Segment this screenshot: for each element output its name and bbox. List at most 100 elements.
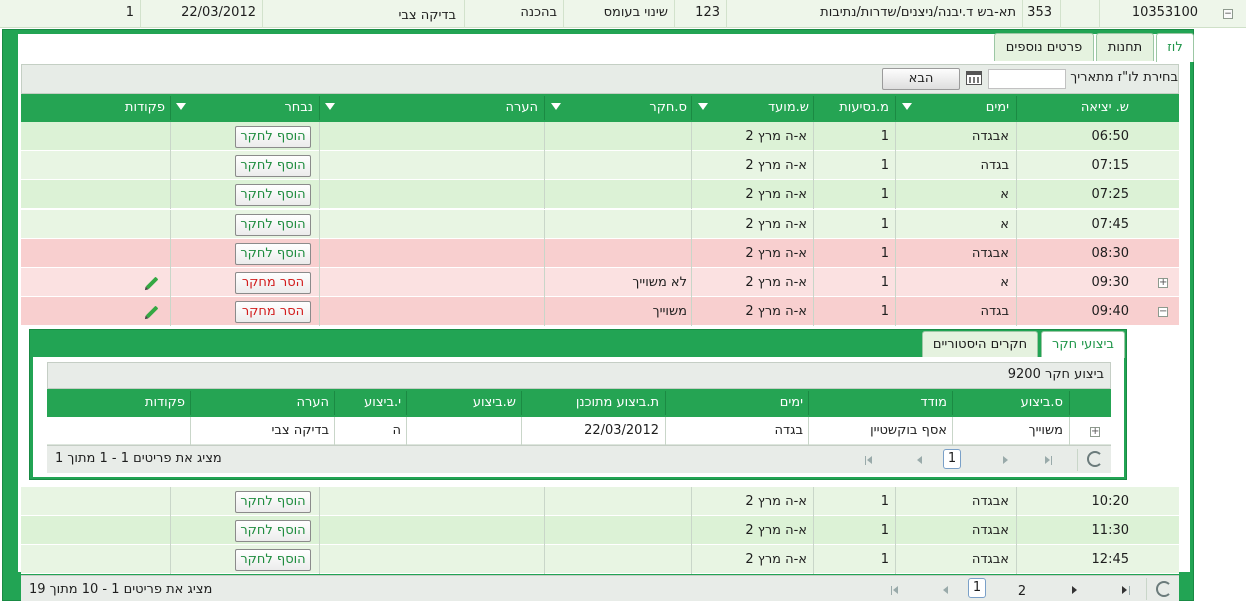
header-days[interactable]: ימים: [921, 94, 1009, 121]
cell-status: בהכנה: [520, 5, 557, 20]
schedule-row[interactable]: 08:30 אבגדה 1 א-ה מרץ 2 הוסף לחקר: [21, 238, 1179, 268]
cell-departure: 11:30: [1091, 523, 1129, 539]
cell-departure: 07:15: [1091, 158, 1129, 174]
calendar-icon[interactable]: [966, 71, 982, 85]
survey-caption-bar: ביצוע חקר 9200: [47, 362, 1111, 389]
header-trips[interactable]: מ.נסיעות: [817, 94, 889, 121]
next-button[interactable]: הבא: [882, 68, 960, 90]
choose-date-label: בחירת לו"ז מתאריך: [1070, 70, 1178, 85]
schedule-row[interactable]: 10:20 אבגדה 1 א-ה מרץ 2 הוסף לחקר: [21, 487, 1179, 516]
schedule-row[interactable]: − 09:40 בגדה 1 א-ה מרץ 2 משוייך הסר מחקר: [21, 297, 1179, 327]
tab-extra-details[interactable]: פרטים נוספים: [994, 33, 1094, 61]
schedule-date-input[interactable]: [988, 69, 1066, 89]
add-to-survey-button[interactable]: הוסף לחקר: [235, 213, 311, 236]
header-selected[interactable]: נבחר: [193, 94, 313, 121]
exec-note: בדיקה צבי: [271, 423, 329, 438]
schedule-row[interactable]: 07:25 א 1 א-ה מרץ 2 הוסף לחקר: [21, 180, 1179, 210]
filter-icon[interactable]: [551, 103, 561, 110]
header-exec-status[interactable]: ס.ביצוע: [957, 389, 1063, 416]
cell-trips: 1: [880, 216, 889, 232]
survey-grid-header: ס.ביצוע מודד ימים ת.ביצוע מתוכנן ש.ביצוע…: [47, 389, 1111, 417]
header-surveyor[interactable]: מודד: [817, 389, 947, 416]
page-2-link[interactable]: 2: [1015, 584, 1029, 599]
tab-survey-executions[interactable]: ביצועי חקר: [1041, 331, 1125, 358]
cell-trips: 1: [880, 187, 889, 203]
cell-reason: שינוי בעומס: [603, 5, 668, 20]
header-note[interactable]: הערה: [341, 94, 538, 121]
header-schedule-time[interactable]: ש.מועד: [715, 94, 809, 121]
exec-day: ה: [392, 423, 402, 438]
header-departure[interactable]: ש. יציאה: [1021, 94, 1131, 121]
filter-icon[interactable]: [325, 103, 335, 110]
header-planned-date[interactable]: ת.ביצוע מתוכנן: [527, 389, 659, 416]
add-to-survey-button[interactable]: הוסף לחקר: [235, 242, 311, 265]
filter-icon[interactable]: [176, 103, 186, 110]
last-page-icon[interactable]: [1045, 456, 1050, 464]
schedule-row[interactable]: 07:15 בגדה 1 א-ה מרץ 2 הוסף לחקר: [21, 151, 1179, 181]
header-survey[interactable]: ס.חקר: [567, 94, 687, 121]
add-to-survey-button[interactable]: הוסף לחקר: [235, 126, 311, 148]
expand-icon[interactable]: +: [1090, 427, 1100, 437]
first-page-icon[interactable]: [893, 586, 898, 594]
add-to-survey-button[interactable]: הוסף לחקר: [235, 184, 311, 207]
cell-schedule-time: א-ה מרץ 2: [745, 129, 807, 144]
cell-schedule-time: א-ה מרץ 2: [745, 523, 807, 539]
cell-survey: לא משוייך: [632, 275, 687, 290]
cell-route: תא-בש ד.יבנה/ניצנים/שדרות/נתיבות: [820, 5, 1016, 20]
collapse-icon[interactable]: −: [1158, 307, 1168, 318]
cell-days: אבגדה: [971, 245, 1009, 261]
cell-days: בגדה: [980, 304, 1009, 320]
cell-departure: 12:45: [1091, 552, 1129, 568]
prev-page-icon[interactable]: [917, 456, 922, 464]
tab-schedule[interactable]: לוז: [1156, 33, 1194, 62]
header-exec-note[interactable]: הערה: [197, 389, 329, 416]
cell-schedule-time: א-ה מרץ 2: [745, 245, 807, 261]
add-to-survey-button[interactable]: הוסף לחקר: [235, 520, 311, 543]
expand-icon[interactable]: +: [1158, 278, 1168, 288]
tab-historical-surveys[interactable]: חקרים היסטוריים: [922, 331, 1038, 357]
page-1-button[interactable]: 1: [943, 449, 961, 469]
survey-grid-row[interactable]: + משוייך אסף בוקשטיין בגדה 22/03/2012 ה …: [47, 417, 1111, 445]
parent-grid-row: − 10353100 353 תא-בש ד.יבנה/ניצנים/שדרות…: [0, 0, 1246, 28]
cell-date: 22/03/2012: [181, 5, 256, 20]
prev-page-icon[interactable]: [943, 586, 948, 594]
cell-departure: 10:20: [1091, 494, 1129, 509]
filter-icon[interactable]: [698, 103, 708, 110]
edit-pencil-icon[interactable]: [145, 305, 159, 319]
cell-days: א: [1000, 216, 1009, 232]
remove-from-survey-button[interactable]: הסר מחקר: [235, 272, 311, 294]
add-to-survey-button[interactable]: הוסף לחקר: [235, 549, 311, 572]
cell-trips: 1: [880, 245, 889, 261]
header-exec-time[interactable]: ש.ביצוע: [412, 389, 516, 416]
next-page-icon[interactable]: [1072, 586, 1077, 594]
add-to-survey-button[interactable]: הוסף לחקר: [235, 491, 311, 513]
remove-from-survey-button[interactable]: הסר מחקר: [235, 301, 311, 324]
first-page-icon[interactable]: [867, 456, 872, 464]
header-exec-day[interactable]: י.ביצוע: [339, 389, 401, 416]
refresh-icon[interactable]: [1087, 451, 1103, 467]
survey-pager-summary: מציג את פריטים 1 - 1 מתוך 1: [55, 451, 222, 466]
schedule-pager: 2 1 מציג את פריטים 1 - 10 מתוך 19: [21, 575, 1179, 601]
schedule-row[interactable]: 12:45 אבגדה 1 א-ה מרץ 2 הוסף לחקר: [21, 545, 1179, 575]
schedule-row[interactable]: 11:30 אבגדה 1 א-ה מרץ 2 הוסף לחקר: [21, 516, 1179, 546]
schedule-row[interactable]: 06:50 אבגדה 1 א-ה מרץ 2 הוסף לחקר: [21, 122, 1179, 151]
edit-pencil-icon[interactable]: [145, 276, 159, 290]
page-1-button[interactable]: 1: [968, 578, 986, 598]
refresh-icon[interactable]: [1156, 581, 1172, 597]
next-page-icon[interactable]: [1003, 456, 1008, 464]
header-exec-days[interactable]: ימים: [677, 389, 803, 416]
filter-icon[interactable]: [902, 103, 912, 110]
cell-schedule-time: א-ה מרץ 2: [745, 187, 807, 203]
tab-stations[interactable]: תחנות: [1096, 33, 1154, 61]
last-page-icon[interactable]: [1122, 586, 1127, 594]
schedule-row[interactable]: +09:30 א 1 א-ה מרץ 2 לא משוייך הסר מחקר: [21, 268, 1179, 297]
schedule-row[interactable]: 07:45 א 1 א-ה מרץ 2 הוסף לחקר: [21, 209, 1179, 239]
exec-surveyor: אסף בוקשטיין: [870, 423, 947, 438]
exec-days: בגדה: [774, 423, 803, 438]
cell-days: א: [1000, 187, 1009, 203]
add-to-survey-button[interactable]: הוסף לחקר: [235, 155, 311, 178]
cell-trips: 1: [880, 304, 889, 320]
cell-trips: 1: [880, 523, 889, 539]
collapse-icon[interactable]: −: [1223, 9, 1233, 19]
cell-departure: 09:30: [1091, 275, 1129, 290]
